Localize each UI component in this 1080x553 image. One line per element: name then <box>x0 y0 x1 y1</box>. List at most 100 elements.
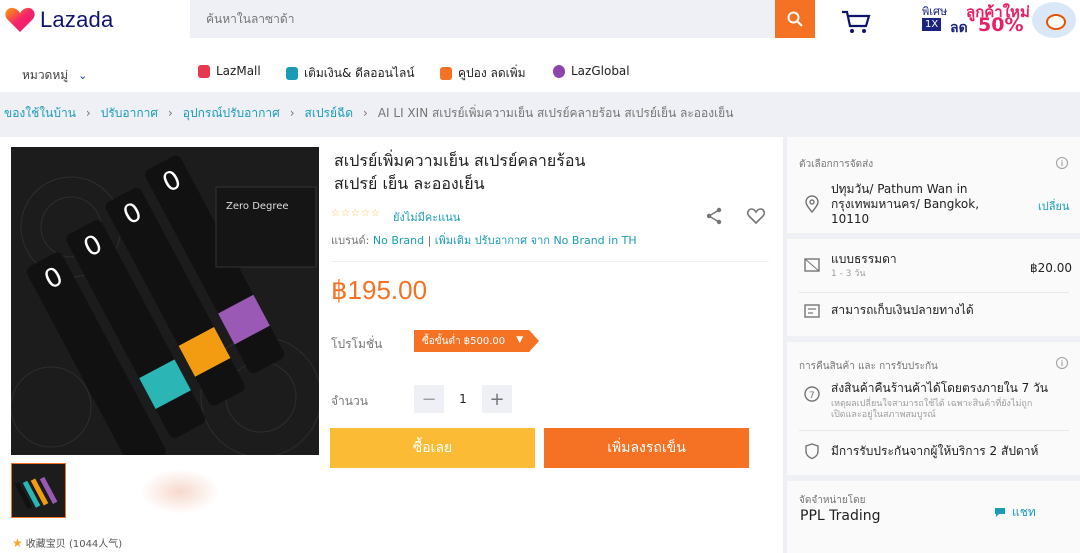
rating-stars: ☆☆☆☆☆ <box>331 208 381 219</box>
shipping-days: 1 - 3 วัน <box>831 269 866 279</box>
category-dropdown[interactable]: หมวดหมู่ ⌄ <box>22 66 87 85</box>
chevron-right-icon: › <box>85 106 91 120</box>
star-icon: ★ <box>12 536 23 550</box>
brand-row: แบรนด์: No Brand | เพิ่มเติม ปรับอากาศ จ… <box>331 234 637 247</box>
return-policy-note: เปิดและอยู่ในสภาพสมบูรณ์ <box>831 410 936 420</box>
breadcrumb-link[interactable]: สเปรย์ฉีด <box>305 104 354 123</box>
breadcrumb-link[interactable]: อุปกรณ์ปรับอากาศ <box>183 104 280 123</box>
chevron-down-icon: ▼ <box>516 335 524 345</box>
thumbnail-image <box>12 464 65 517</box>
section-gap <box>787 233 1080 239</box>
quantity-decrease-button[interactable]: − <box>414 385 444 413</box>
quantity-label: จำนวน <box>331 394 368 408</box>
nav-item-topup[interactable]: เติมเงิน& ดีลออนไลน์ <box>286 64 415 83</box>
promotion-tag-text: ซื้อขั้นต่ำ ฿500.00 <box>422 335 506 347</box>
product-price: ฿195.00 <box>331 275 428 305</box>
truck-icon <box>804 258 820 272</box>
product-title: สเปรย์เพิ่มความเย็น สเปรย์คลายร้อน สเปรย… <box>334 149 754 195</box>
lazada-wordmark: Lazada <box>40 7 114 32</box>
search-button[interactable] <box>775 0 815 38</box>
info-icon[interactable]: i <box>1056 357 1068 369</box>
favorites-label: 收藏宝贝 (1044人气) <box>25 539 123 550</box>
nav-item-label: คูปอง ลดเพิ่ม <box>458 66 526 80</box>
lazmall-icon <box>198 64 210 78</box>
shield-icon <box>805 443 819 460</box>
search-icon <box>787 11 803 27</box>
product-thumbnail[interactable] <box>11 463 66 518</box>
top-header: Lazada พิเศษ ลูกค้าใหม่ 1X ลด 50% <box>0 0 1080 42</box>
divider <box>799 430 1069 431</box>
change-location-link[interactable]: เปลี่ยน <box>1038 197 1069 215</box>
location-line: ปทุมวัน/ Pathum Wan in <box>831 182 968 196</box>
section-gap <box>787 336 1080 342</box>
breadcrumb: ของใช้ในบ้าน › ปรับอากาศ › อุปกรณ์ปรับอา… <box>0 92 1080 134</box>
globe-icon <box>553 64 565 78</box>
return-policy-title: ส่งสินค้าคืนร้านค้าได้โดยตรงภายใน 7 วัน <box>831 381 1049 395</box>
product-thumbnail-placeholder[interactable] <box>140 469 220 514</box>
returns-section-title: การคืนสินค้า และ การรับประกัน <box>799 361 938 372</box>
location-line: กรุงเทพมหานคร/ Bangkok, <box>831 197 980 211</box>
promo-badge: 1X <box>922 18 942 31</box>
divider <box>799 292 1069 293</box>
product-panel: 0 0 0 0 Zero Degree ★ 收藏宝贝 (1044人气) สเปรย… <box>0 137 783 553</box>
search-bar <box>190 0 775 38</box>
delivery-location: ปทุมวัน/ Pathum Wan in กรุงเทพมหานคร/ Ba… <box>831 182 979 227</box>
coupon-icon <box>440 67 452 80</box>
brand-label: แบรนด์: <box>331 234 370 247</box>
new-customer-promo-banner[interactable]: พิเศษ ลูกค้าใหม่ 1X ลด 50% <box>920 0 1080 40</box>
lazada-logo[interactable]: Lazada <box>4 6 113 34</box>
breadcrumb-current: AI LI XIN สเปรย์เพิ่มความเย็น สเปรย์คลาย… <box>377 105 734 120</box>
category-nav: หมวดหมู่ ⌄ LazMall เติมเงิน& ดีลออนไลน์ ค… <box>0 42 1080 92</box>
buy-now-button[interactable]: ซื้อเลย <box>330 428 535 468</box>
search-input[interactable] <box>190 0 775 38</box>
chevron-right-icon: › <box>167 106 173 120</box>
share-icon[interactable] <box>704 206 724 226</box>
nav-item-lazmall[interactable]: LazMall <box>198 64 261 78</box>
promo-text-discount: ลด <box>950 20 968 36</box>
cart-icon <box>842 10 871 33</box>
image-brand-text: Zero Degree <box>226 201 289 212</box>
category-label: หมวดหมู่ <box>22 68 69 82</box>
section-gap <box>787 475 1080 481</box>
product-main-image[interactable]: 0 0 0 0 Zero Degree <box>11 147 319 455</box>
nav-item-coupon[interactable]: คูปอง ลดเพิ่ม <box>440 64 526 83</box>
divider <box>331 261 769 262</box>
return-icon: 7 <box>804 386 820 402</box>
product-title-line: สเปรย์เพิ่มความเย็น สเปรย์คลายร้อน <box>334 151 586 170</box>
wishlist-heart-icon[interactable] <box>746 206 766 226</box>
breadcrumb-link[interactable]: ของใช้ในบ้าน <box>4 104 76 123</box>
warranty-text: มีการรับประกันจากผู้ให้บริการ 2 สัปดาห์ <box>831 444 1039 458</box>
shipping-price: ฿20.00 <box>1030 261 1072 275</box>
cod-text: สามารถเก็บเงินปลายทางได้ <box>831 303 974 317</box>
svg-text:7: 7 <box>809 391 815 401</box>
add-to-cart-button[interactable]: เพิ่มลงรถเข็น <box>544 428 749 468</box>
return-policy-note: เหตุผลเปลี่ยนใจสามารถใช้ได้ เฉพาะสินค้าท… <box>831 399 1033 409</box>
delivery-sidebar: ตัวเลือกการจัดส่ง i ปทุมวัน/ Pathum Wan … <box>787 137 1080 553</box>
product-title-line: สเปรย์ เย็น ละอองเย็น <box>334 174 485 193</box>
quantity-value[interactable]: 1 <box>448 385 478 413</box>
chat-icon <box>995 508 1005 517</box>
chevron-right-icon: › <box>289 106 295 120</box>
breadcrumb-link[interactable]: ปรับอากาศ <box>101 104 158 123</box>
nav-item-lazglobal[interactable]: LazGlobal <box>553 64 630 78</box>
info-icon[interactable]: i <box>1056 157 1068 169</box>
seller-section-title: จัดจำหน่ายโดย <box>799 495 866 506</box>
favorites-count[interactable]: ★ 收藏宝贝 (1044人气) <box>12 535 122 550</box>
brand-more-link[interactable]: เพิ่มเติม ปรับอากาศ จาก No Brand in TH <box>435 234 637 247</box>
spray-bottles-image: 0 0 0 0 Zero Degree <box>11 147 319 455</box>
chat-label: แชท <box>1012 505 1036 519</box>
lazada-heart-icon <box>4 6 36 34</box>
nav-item-label: เติมเงิน& ดีลออนไลน์ <box>304 66 415 80</box>
location-line: 10110 <box>831 212 870 226</box>
promotion-tag[interactable]: ซื้อขั้นต่ำ ฿500.00 ▼ <box>414 330 540 352</box>
chat-button[interactable]: แชท <box>994 503 1036 522</box>
delivery-section-title: ตัวเลือกการจัดส่ง <box>799 159 874 170</box>
promotion-label: โปรโมชั่น <box>331 337 383 351</box>
rating-link[interactable]: ยังไม่มีคะแนน <box>393 208 460 226</box>
quantity-increase-button[interactable]: + <box>482 385 512 413</box>
promo-percent: 50% <box>978 14 1024 36</box>
seller-name[interactable]: PPL Trading <box>800 509 881 524</box>
shipping-type: แบบธรรมดา <box>831 252 897 266</box>
cart-button[interactable] <box>838 8 872 36</box>
brand-link[interactable]: No Brand <box>373 234 424 247</box>
